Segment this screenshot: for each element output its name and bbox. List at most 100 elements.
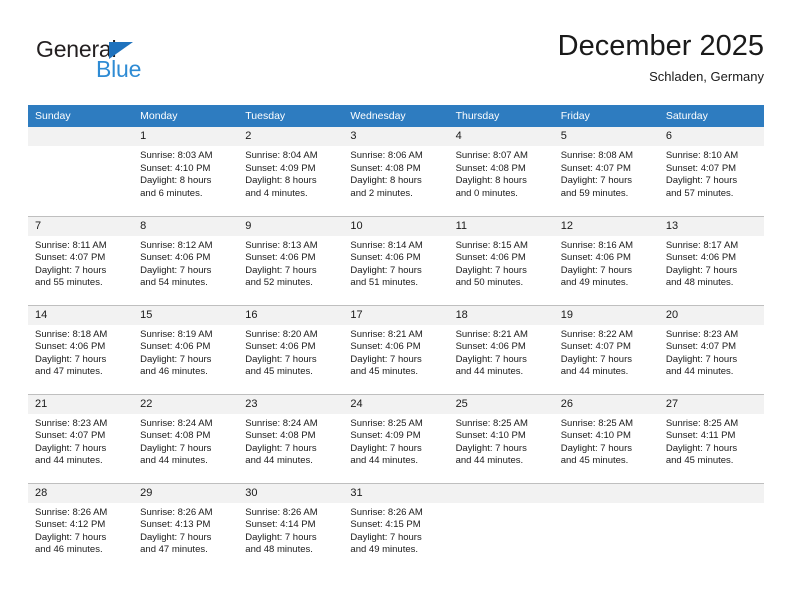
day-info-line: Daylight: 7 hours (560, 264, 632, 276)
day-info-line: Daylight: 8 hours (140, 175, 212, 187)
day-sun-info: Sunrise: 8:13 AM Sunset: 4:06 PM Daylight:… (238, 236, 343, 290)
day-info-line: Sunrise: 8:20 AM (245, 328, 318, 340)
day-number: 9 (238, 216, 344, 236)
calendar-day-cell: 21 Sunrise: 8:23 AM Sunset: 4:07 PM Dayligh… (28, 393, 134, 483)
day-info-line: Sunset: 4:06 PM (350, 341, 421, 353)
page-header: General Blue December 2025 Schladen, Ger… (28, 28, 764, 100)
day-cell-content: 16 Sunrise: 8:20 AM Sunset: 4:06 PM Dayligh… (238, 305, 344, 394)
day-cell-content: 18 Sunrise: 8:21 AM Sunset: 4:06 PM Dayligh… (448, 305, 554, 394)
day-cell-content: 11 Sunrise: 8:15 AM Sunset: 4:06 PM Dayligh… (448, 216, 554, 305)
day-info-line: and 44 minutes. (560, 366, 629, 378)
day-info-line: Daylight: 7 hours (350, 264, 422, 276)
day-info-line: Daylight: 7 hours (245, 442, 317, 454)
day-sun-info: Sunrise: 8:21 AM Sunset: 4:06 PM Daylight:… (343, 325, 448, 379)
day-sun-info: Sunrise: 8:25 AM Sunset: 4:11 PM Daylight:… (659, 414, 764, 468)
day-info-line: and 55 minutes. (35, 277, 103, 289)
day-number: 12 (553, 216, 659, 236)
day-info-line: Sunrise: 8:26 AM (140, 506, 213, 518)
day-info-line: Sunrise: 8:25 AM (665, 417, 739, 429)
weekday-header-tuesday: Tuesday (238, 105, 344, 127)
day-info-line: Sunset: 4:06 PM (455, 252, 526, 264)
calendar-week-row: 1 Sunrise: 8:03 AM Sunset: 4:10 PM Daylight… (28, 127, 764, 216)
day-sun-info (449, 503, 554, 507)
day-sun-info: Sunrise: 8:24 AM Sunset: 4:08 PM Daylight:… (238, 414, 343, 468)
calendar-body: 1 Sunrise: 8:03 AM Sunset: 4:10 PM Daylight… (28, 127, 764, 572)
day-sun-info: Sunrise: 8:22 AM Sunset: 4:07 PM Daylight:… (554, 325, 659, 379)
day-info-line: Daylight: 7 hours (455, 442, 527, 454)
day-cell-content: 31 Sunrise: 8:26 AM Sunset: 4:15 PM Dayligh… (343, 483, 449, 573)
day-number: 7 (28, 216, 134, 236)
calendar-week-row: 14 Sunrise: 8:18 AM Sunset: 4:06 PM Dayligh… (28, 304, 764, 394)
day-sun-info: Sunrise: 8:24 AM Sunset: 4:08 PM Daylight:… (133, 414, 238, 468)
day-info-line: Daylight: 7 hours (665, 353, 738, 365)
day-cell-content: 7 Sunrise: 8:11 AM Sunset: 4:07 PM Daylight… (28, 216, 134, 305)
calendar-day-cell: 30 Sunrise: 8:26 AM Sunset: 4:14 PM Dayligh… (238, 482, 344, 573)
calendar-day-cell: 8 Sunrise: 8:12 AM Sunset: 4:06 PM Daylight… (133, 215, 239, 305)
day-sun-info: Sunrise: 8:10 AM Sunset: 4:07 PM Daylight:… (659, 146, 764, 200)
day-number: 1 (133, 127, 239, 146)
day-info-line: Daylight: 7 hours (560, 442, 632, 454)
day-cell-content: 27 Sunrise: 8:25 AM Sunset: 4:11 PM Dayligh… (658, 394, 764, 483)
day-cell-content: 30 Sunrise: 8:26 AM Sunset: 4:14 PM Dayligh… (238, 483, 344, 573)
day-number: 6 (658, 127, 764, 146)
day-info-line: Sunset: 4:06 PM (665, 252, 737, 264)
day-sun-info: Sunrise: 8:25 AM Sunset: 4:10 PM Daylight:… (449, 414, 554, 468)
calendar-day-cell: 20 Sunrise: 8:23 AM Sunset: 4:07 PM Dayligh… (658, 304, 764, 394)
day-info-line: Sunset: 4:06 PM (560, 252, 631, 264)
day-info-line: Sunrise: 8:06 AM (350, 150, 423, 161)
day-sun-info: Sunrise: 8:18 AM Sunset: 4:06 PM Daylight:… (28, 325, 133, 379)
day-info-line: Sunset: 4:08 PM (350, 162, 421, 174)
calendar-day-cell: 25 Sunrise: 8:25 AM Sunset: 4:10 PM Dayligh… (448, 393, 554, 483)
day-info-line: and 52 minutes. (245, 277, 313, 289)
day-info-line: Daylight: 7 hours (245, 531, 317, 543)
day-info-line: and 44 minutes. (140, 455, 208, 467)
day-info-line: Sunrise: 8:25 AM (350, 417, 423, 429)
calendar-day-cell: 18 Sunrise: 8:21 AM Sunset: 4:06 PM Dayligh… (448, 304, 554, 394)
day-info-line: Sunset: 4:13 PM (140, 519, 211, 531)
day-info-line: Sunset: 4:06 PM (350, 252, 421, 264)
day-info-line: Daylight: 7 hours (665, 175, 738, 187)
day-number: 17 (343, 305, 449, 325)
day-info-line: Sunset: 4:07 PM (665, 341, 737, 353)
day-info-line: and 59 minutes. (560, 187, 629, 199)
day-sun-info: Sunrise: 8:14 AM Sunset: 4:06 PM Daylight:… (343, 236, 448, 290)
day-cell-content: 13 Sunrise: 8:17 AM Sunset: 4:06 PM Dayligh… (658, 216, 764, 305)
calendar-day-cell: 1 Sunrise: 8:03 AM Sunset: 4:10 PM Daylight… (133, 127, 239, 216)
day-number: 8 (133, 216, 239, 236)
day-sun-info: Sunrise: 8:06 AM Sunset: 4:08 PM Daylight:… (343, 146, 448, 200)
page-title: December 2025 (557, 30, 764, 62)
day-info-line: Sunset: 4:08 PM (245, 430, 316, 442)
day-info-line: Daylight: 7 hours (140, 442, 212, 454)
day-number: 26 (553, 394, 659, 414)
day-info-line: and 45 minutes. (350, 366, 419, 378)
day-sun-info (554, 503, 659, 507)
day-info-line: Sunset: 4:06 PM (35, 341, 106, 353)
day-info-line: and 46 minutes. (140, 366, 208, 378)
day-cell-content: 12 Sunrise: 8:16 AM Sunset: 4:06 PM Dayligh… (553, 216, 659, 305)
day-info-line: and 4 minutes. (245, 187, 308, 199)
day-info-line: Daylight: 7 hours (350, 353, 422, 365)
day-info-line: Sunset: 4:06 PM (245, 341, 316, 353)
day-cell-content: 24 Sunrise: 8:25 AM Sunset: 4:09 PM Dayligh… (343, 394, 449, 483)
day-info-line: and 51 minutes. (350, 277, 419, 289)
day-cell-content: 22 Sunrise: 8:24 AM Sunset: 4:08 PM Dayligh… (133, 394, 239, 483)
day-number: 2 (238, 127, 344, 146)
day-info-line: Sunrise: 8:03 AM (140, 150, 213, 161)
day-info-line: Sunset: 4:06 PM (245, 252, 316, 264)
day-info-line: Daylight: 7 hours (350, 531, 422, 543)
day-info-line: Sunrise: 8:10 AM (665, 150, 739, 161)
day-info-line: Sunrise: 8:15 AM (455, 239, 528, 251)
weekday-header-thursday: Thursday (448, 105, 554, 127)
day-info-line: and 49 minutes. (350, 544, 419, 556)
day-info-line: Sunset: 4:08 PM (140, 430, 211, 442)
day-cell-content: 9 Sunrise: 8:13 AM Sunset: 4:06 PM Daylight… (238, 216, 344, 305)
day-number (28, 127, 134, 146)
general-blue-logo[interactable]: General Blue (36, 36, 216, 92)
day-info-line: Sunrise: 8:12 AM (140, 239, 213, 251)
logo-text-blue: Blue (96, 56, 142, 82)
calendar-day-cell: 19 Sunrise: 8:22 AM Sunset: 4:07 PM Dayligh… (553, 304, 659, 394)
day-info-line: Daylight: 7 hours (350, 442, 422, 454)
day-number: 22 (133, 394, 239, 414)
day-info-line: Sunset: 4:07 PM (665, 162, 737, 174)
day-info-line: and 44 minutes. (245, 455, 313, 467)
